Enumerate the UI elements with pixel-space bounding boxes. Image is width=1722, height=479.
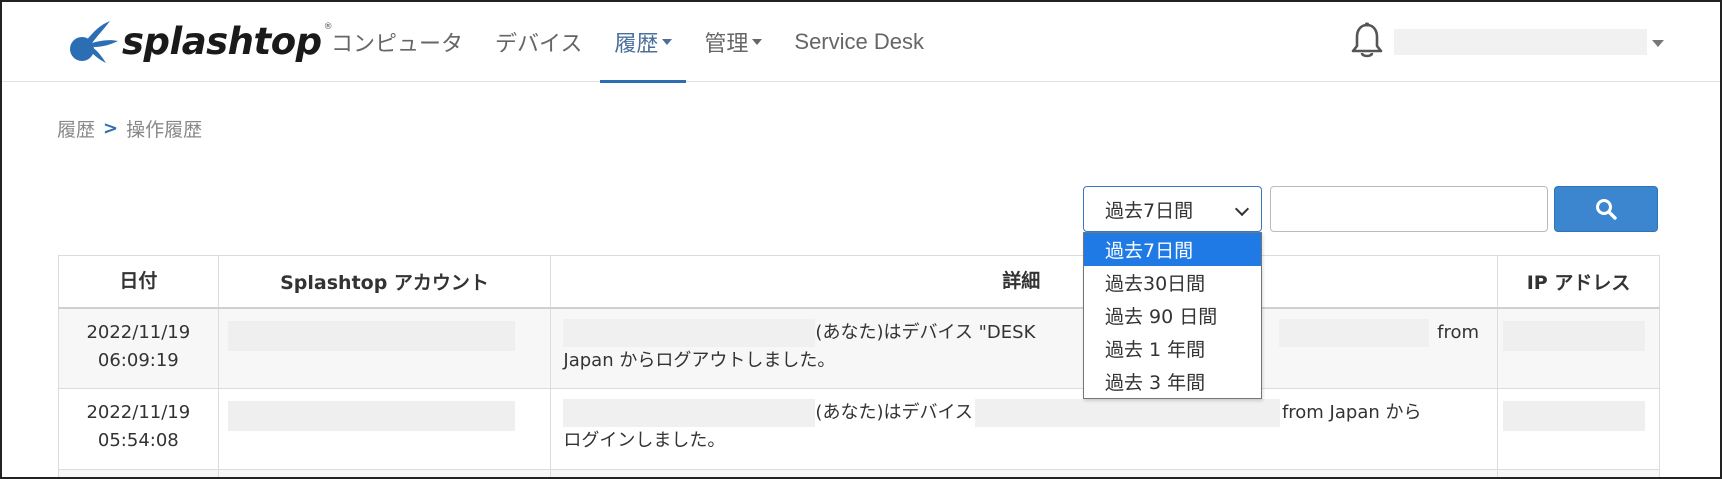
detail-text-from: from: [1437, 321, 1480, 343]
redacted-device: [974, 399, 1280, 427]
row-date: 2022/11/19: [86, 402, 191, 423]
nav-computers-label: コンピュータ: [331, 32, 464, 57]
user-menu-chevron-down-icon[interactable]: [1652, 40, 1664, 47]
row-date-cell: 2022/11/19 06:09:19: [58, 307, 219, 389]
nav-service-desk[interactable]: Service Desk: [778, 2, 940, 82]
detail-line: (あなた)はデバイス "DESK from: [563, 318, 1480, 347]
row-detail-cell: (あなた)はデバイス from Japan から ログインしました。: [550, 388, 1499, 470]
row-time: 05:54:08: [97, 430, 179, 451]
period-option-1year[interactable]: 過去 1 年間: [1084, 332, 1261, 365]
redacted-user: [563, 399, 816, 427]
table-row: 2022/11/19 06:09:19 (あなた)はデバイス "DESK fro…: [58, 307, 1660, 389]
logo-text: splashtop: [122, 19, 322, 63]
chevron-down-icon: [752, 39, 763, 45]
browser-frame: splashtop ® コンピュータ デバイス 履歴 管理 Service De…: [0, 0, 1722, 479]
redacted-account: [227, 401, 515, 431]
breadcrumb-separator: >: [103, 118, 119, 139]
detail-text-from: from Japan から: [1281, 402, 1422, 423]
detail-text: (あなた)はデバイス "DESK: [815, 321, 1036, 343]
splashtop-logo-icon: [70, 21, 118, 63]
period-option-30days[interactable]: 過去30日間: [1084, 266, 1261, 299]
top-header: splashtop ® コンピュータ デバイス 履歴 管理 Service De…: [2, 2, 1720, 83]
period-select-value: 過去7日間: [1105, 199, 1194, 222]
chevron-down-icon: [1234, 201, 1250, 217]
nav-history-label: 履歴: [614, 32, 659, 57]
redacted-ip: [1503, 401, 1646, 431]
period-dropdown-list: 過去7日間 過去30日間 過去 90 日間 過去 1 年間 過去 3 年間: [1083, 232, 1262, 399]
row-ip-cell: [1497, 307, 1660, 389]
nav-computers[interactable]: コンピュータ: [315, 2, 479, 82]
detail-line-2: ログインしました。: [563, 430, 726, 451]
chevron-down-icon: [662, 39, 673, 45]
redacted-ip: [1503, 320, 1646, 351]
period-option-3years[interactable]: 過去 3 年間: [1084, 365, 1261, 398]
nav-devices-label: デバイス: [495, 32, 583, 57]
table-header-row: 日付 Splashtop アカウント 詳細 IP アドレス: [58, 255, 1660, 309]
period-select[interactable]: 過去7日間: [1083, 186, 1262, 232]
row-account-cell: [217, 388, 552, 470]
row-account-cell: [217, 307, 552, 389]
redacted-account: [227, 320, 515, 351]
nav-service-desk-label: Service Desk: [794, 29, 924, 54]
search-button[interactable]: [1554, 186, 1658, 232]
row-date: 2022/11/19: [86, 321, 191, 343]
header-account[interactable]: Splashtop アカウント: [217, 255, 552, 309]
nav-management[interactable]: 管理: [688, 2, 778, 82]
nav-management-label: 管理: [704, 32, 749, 57]
table-row: [58, 469, 1660, 477]
search-input[interactable]: [1270, 186, 1548, 232]
nav-devices[interactable]: デバイス: [479, 2, 598, 82]
redacted-user: [563, 318, 816, 347]
main-nav: コンピュータ デバイス 履歴 管理 Service Desk: [315, 2, 940, 83]
header-date[interactable]: 日付: [58, 255, 219, 309]
table-row: 2022/11/19 05:54:08 (あなた)はデバイス from Japa…: [58, 388, 1660, 470]
redacted-device: [1279, 318, 1430, 347]
breadcrumb-history-link[interactable]: 履歴: [57, 115, 95, 142]
user-account-menu[interactable]: [1394, 29, 1647, 55]
row-time: 06:09:19: [97, 349, 179, 371]
header-ip[interactable]: IP アドレス: [1497, 255, 1660, 309]
row-detail-cell: (あなた)はデバイス "DESK from Japan からログアウトしました。: [550, 307, 1499, 389]
row-ip-cell: [1497, 388, 1660, 470]
nav-history[interactable]: 履歴: [598, 2, 688, 83]
row-date-cell: 2022/11/19 05:54:08: [58, 388, 219, 470]
history-table: 日付 Splashtop アカウント 詳細 IP アドレス 2022/11/19…: [58, 255, 1660, 477]
detail-line-2: Japan からログアウトしました。: [563, 349, 836, 371]
period-option-7days[interactable]: 過去7日間: [1084, 233, 1261, 266]
detail-text: (あなた)はデバイス: [815, 402, 973, 423]
bell-icon[interactable]: [1350, 22, 1384, 60]
period-option-90days[interactable]: 過去 90 日間: [1084, 299, 1261, 332]
header-detail[interactable]: 詳細: [550, 255, 1499, 309]
search-icon: [1596, 199, 1617, 220]
detail-line: (あなた)はデバイス from Japan から: [563, 399, 1479, 427]
breadcrumb-current: 操作履歴: [126, 119, 203, 141]
breadcrumb: 履歴 > 操作履歴: [57, 115, 202, 142]
splashtop-logo[interactable]: splashtop ®: [66, 16, 333, 66]
